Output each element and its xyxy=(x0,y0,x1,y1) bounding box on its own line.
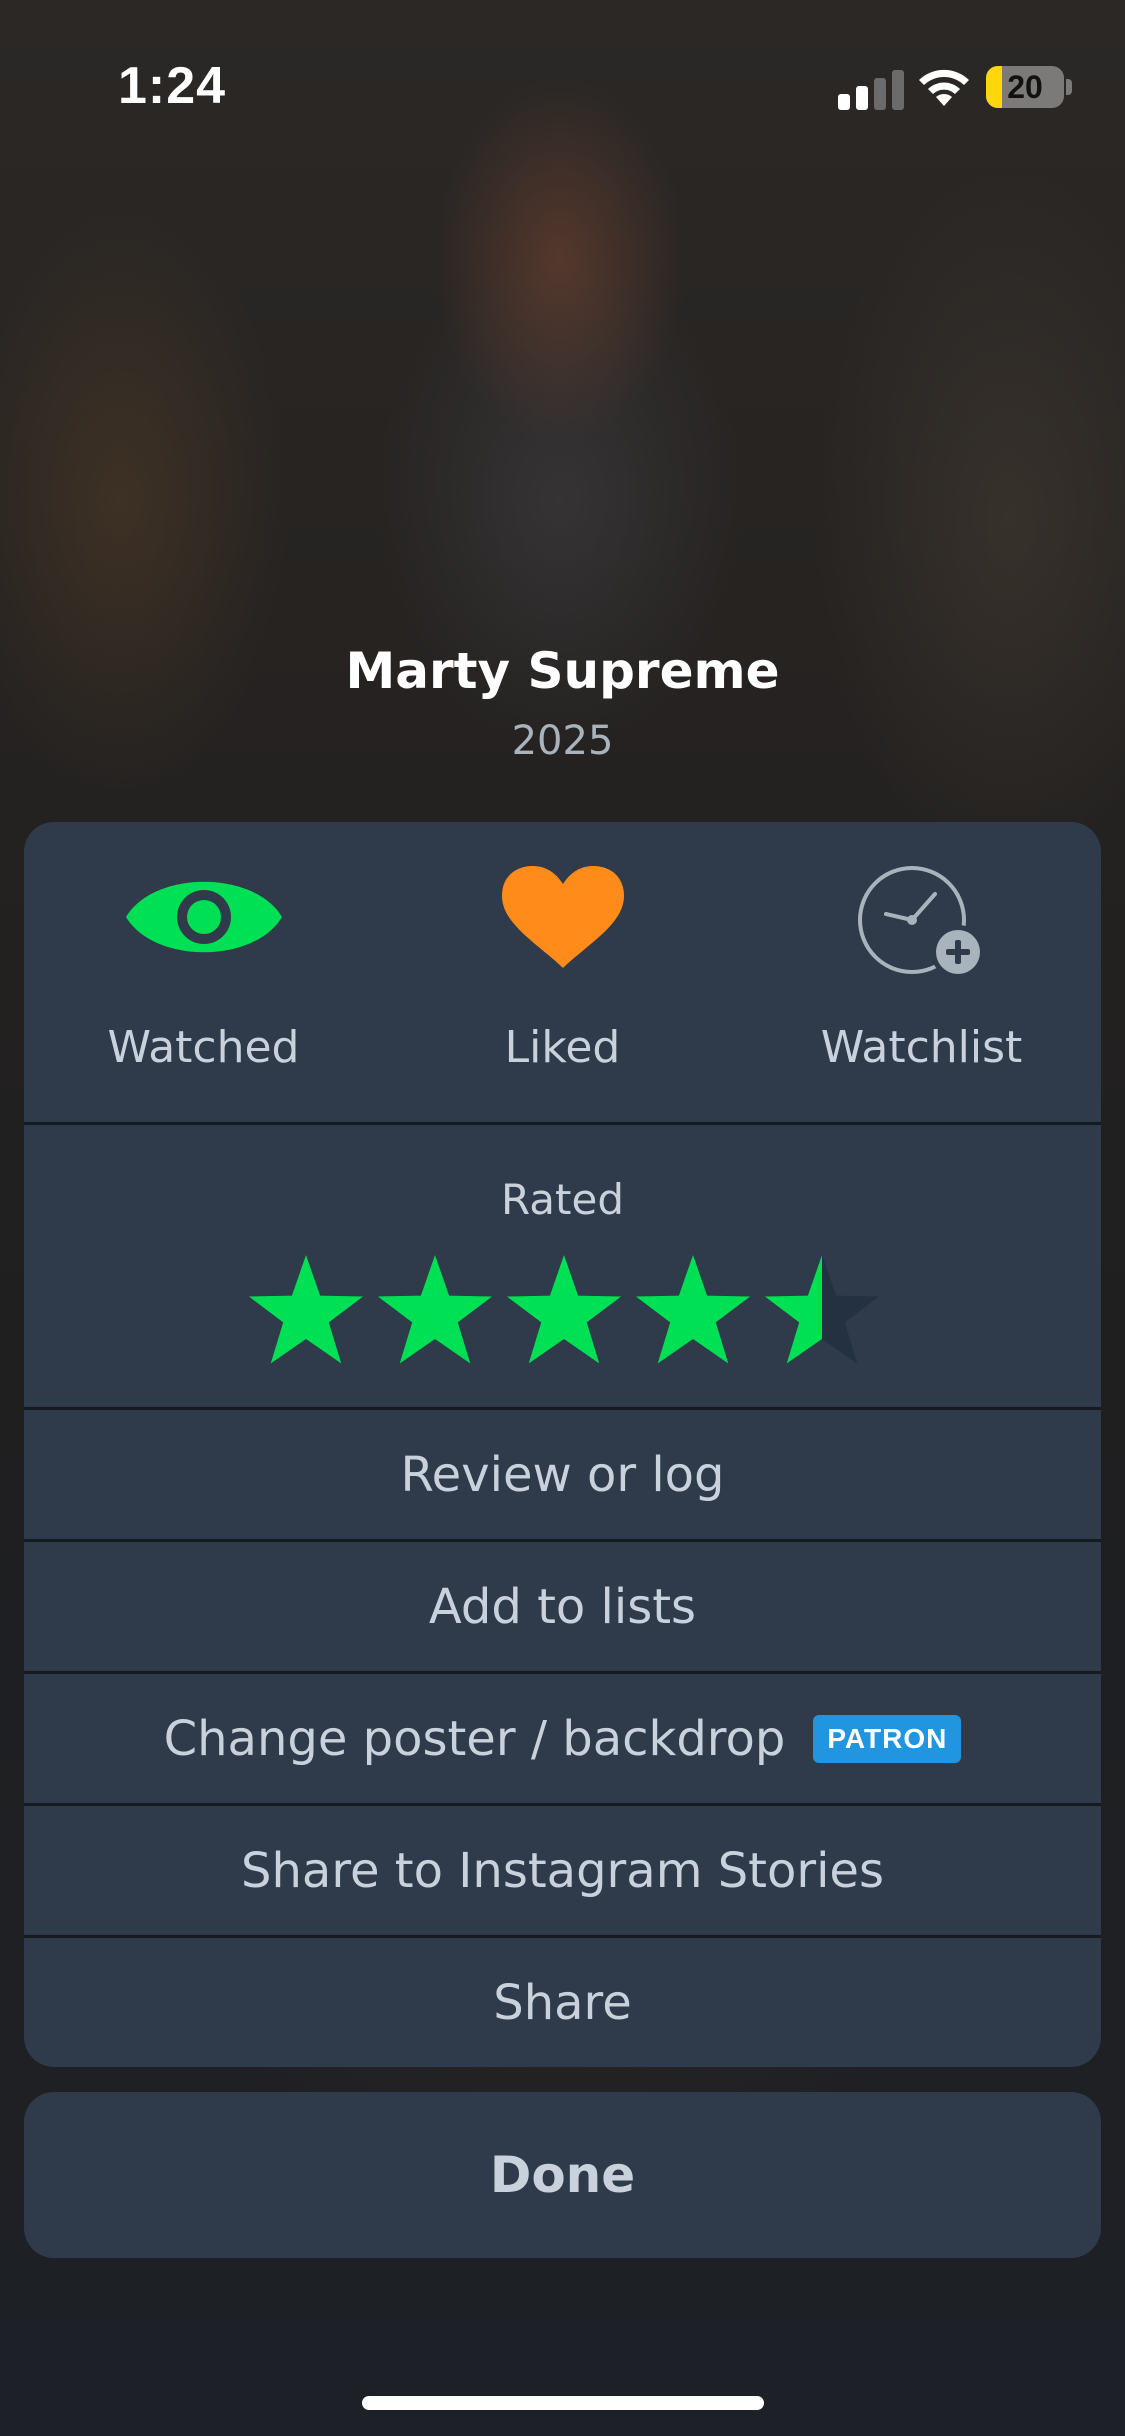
rating-section: Rated xyxy=(24,1125,1101,1407)
heart-icon xyxy=(383,862,742,982)
add-to-lists-button[interactable]: Add to lists xyxy=(24,1542,1101,1671)
clock-plus-icon xyxy=(742,862,1101,982)
watchlist-label: Watchlist xyxy=(820,1022,1023,1073)
watched-label: Watched xyxy=(107,1022,300,1073)
watchlist-button[interactable]: Watchlist xyxy=(742,822,1101,1122)
add-to-lists-label: Add to lists xyxy=(428,1578,697,1635)
battery-level: 20 xyxy=(1007,69,1043,105)
signal-bar xyxy=(874,78,886,110)
review-or-log-label: Review or log xyxy=(400,1446,725,1503)
watched-button[interactable]: Watched xyxy=(24,822,383,1122)
home-indicator[interactable] xyxy=(362,2396,764,2410)
film-title: Marty Supreme xyxy=(345,642,780,700)
rating-star[interactable] xyxy=(760,1249,884,1373)
change-poster-button[interactable]: Change poster / backdrop PATRON xyxy=(24,1674,1101,1803)
battery-icon: 20 xyxy=(986,66,1064,108)
review-or-log-button[interactable]: Review or log xyxy=(24,1410,1101,1539)
star-rating[interactable] xyxy=(244,1249,904,1379)
wifi-icon xyxy=(919,69,969,106)
eye-icon xyxy=(24,862,383,982)
signal-bar xyxy=(892,70,904,110)
signal-bar xyxy=(838,94,850,110)
share-label: Share xyxy=(493,1974,632,2031)
cellular-signal-icon xyxy=(838,70,908,110)
rating-star[interactable] xyxy=(244,1249,368,1373)
film-year: 2025 xyxy=(511,718,614,764)
done-label: Done xyxy=(489,2146,636,2204)
liked-label: Liked xyxy=(504,1022,621,1073)
share-instagram-stories-label: Share to Instagram Stories xyxy=(241,1842,884,1899)
share-instagram-stories-button[interactable]: Share to Instagram Stories xyxy=(24,1806,1101,1935)
signal-bar xyxy=(856,86,868,110)
rating-star[interactable] xyxy=(631,1249,755,1373)
action-buttons: Watched Liked Watchlist xyxy=(24,822,1101,1122)
status-time: 1:24 xyxy=(118,57,227,115)
status-bar: 1:24 20 xyxy=(0,0,1125,140)
actions-sheet: Watched Liked Watchlist Rated Review or … xyxy=(24,822,1101,2067)
battery-tip xyxy=(1066,79,1072,95)
share-button[interactable]: Share xyxy=(24,1938,1101,2067)
patron-badge: PATRON xyxy=(813,1714,962,1763)
rating-star[interactable] xyxy=(373,1249,497,1373)
rating-star[interactable] xyxy=(502,1249,626,1373)
done-button[interactable]: Done xyxy=(24,2092,1101,2258)
rating-label: Rated xyxy=(501,1175,624,1224)
change-poster-label: Change poster / backdrop xyxy=(163,1710,786,1767)
liked-button[interactable]: Liked xyxy=(383,822,742,1122)
